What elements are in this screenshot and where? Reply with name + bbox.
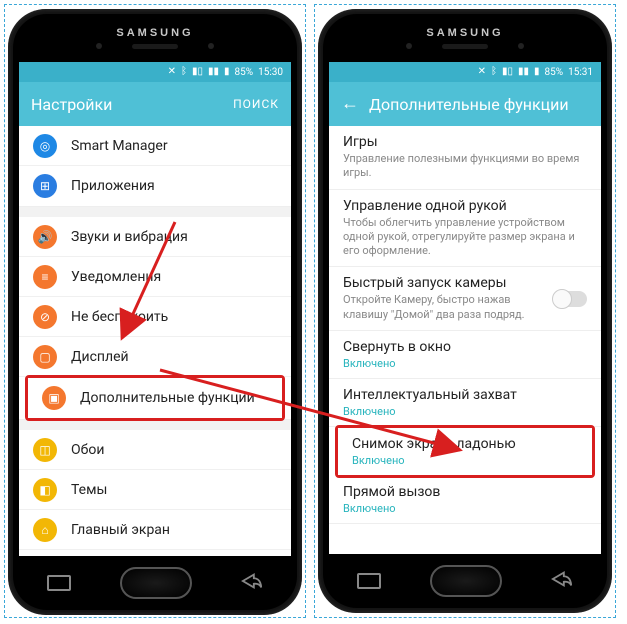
search-button[interactable]: ПОИСК	[233, 97, 279, 111]
home-button[interactable]	[430, 565, 502, 597]
phone-frame: SAMSUNG ✕ ᛒ ▮▯ ▮▮ ▮ 85% 15:31	[318, 9, 612, 613]
advanced-icon: ▣	[42, 386, 66, 410]
sound-icon: 🔊	[33, 225, 57, 249]
toggle-switch[interactable]	[553, 291, 587, 307]
mute-icon: ✕	[168, 67, 176, 77]
list-icon: ≡	[33, 265, 57, 289]
signal-icon-2: ▮▮	[518, 67, 529, 77]
item-smart-capture[interactable]: Интеллектуальный захват Включено	[329, 379, 601, 427]
themes-icon: ◧	[33, 478, 57, 502]
brand-logo: SAMSUNG	[426, 27, 503, 39]
bluetooth-icon: ᛒ	[491, 67, 497, 77]
mute-icon: ✕	[478, 67, 486, 77]
hw-nav-bar	[13, 556, 297, 610]
signal-icon: ▮▯	[502, 67, 513, 77]
clock: 15:30	[258, 67, 283, 78]
item-one-hand[interactable]: Управление одной рукой Чтобы облегчить у…	[329, 190, 601, 268]
advanced-list[interactable]: Игры Управление полезными функциями во в…	[329, 126, 601, 554]
row-label: Не беспокоить	[71, 309, 168, 325]
row-label: Уведомления	[71, 269, 161, 285]
row-label: Звуки и вибрация	[71, 229, 188, 245]
settings-header: Настройки ПОИСК	[19, 82, 291, 126]
row-themes[interactable]: ◧ Темы	[19, 470, 291, 510]
row-home[interactable]: ⌂ Главный экран	[19, 510, 291, 550]
row-wallpaper[interactable]: ◫ Обои	[19, 430, 291, 470]
battery-icon: ▮	[534, 67, 540, 77]
phone-frame: SAMSUNG ✕ ᛒ ▮▯ ▮▮ ▮ 85% 15:30	[8, 9, 302, 615]
battery-percent: 85%	[235, 67, 254, 78]
item-title: Интеллектуальный захват	[343, 387, 587, 403]
signal-icon: ▮▯	[192, 67, 203, 77]
row-label: Приложения	[71, 178, 155, 194]
row-sounds[interactable]: 🔊 Звуки и вибрация	[19, 217, 291, 257]
screen-left: ✕ ᛒ ▮▯ ▮▮ ▮ 85% 15:30 Настройки ПОИСК	[19, 62, 291, 556]
item-subtitle: Управление полезными функциями во время …	[343, 152, 587, 181]
screen-right: ✕ ᛒ ▮▯ ▮▮ ▮ 85% 15:31 ← Дополнительные ф…	[329, 62, 601, 554]
bluetooth-icon: ᛒ	[181, 67, 187, 77]
home-icon: ⌂	[33, 518, 57, 542]
item-palm-swipe[interactable]: Снимок экрана ладонью Включено	[338, 428, 592, 475]
item-title: Игры	[343, 134, 587, 150]
row-display[interactable]: ▢ Дисплей	[19, 337, 291, 377]
item-title: Быстрый запуск камеры	[343, 275, 553, 291]
battery-percent: 85%	[545, 67, 564, 78]
item-title: Свернуть в окно	[343, 339, 587, 355]
item-enabled: Включено	[352, 454, 578, 467]
row-dnd[interactable]: ⊘ Не беспокоить	[19, 297, 291, 337]
row-advanced-features[interactable]: ▣ Дополнительные функции	[28, 378, 282, 418]
battery-icon: ▮	[224, 67, 230, 77]
row-label: Обои	[71, 442, 104, 458]
hw-nav-bar	[323, 554, 607, 608]
grid-icon: ⊞	[33, 174, 57, 198]
row-apps[interactable]: ⊞ Приложения	[19, 166, 291, 206]
item-enabled: Включено	[343, 405, 587, 418]
back-button[interactable]	[241, 572, 263, 594]
dnd-icon: ⊘	[33, 305, 57, 329]
item-games[interactable]: Игры Управление полезными функциями во в…	[329, 126, 601, 190]
wallpaper-icon: ◫	[33, 438, 57, 462]
item-subtitle: Откройте Камеру, быстро нажав клавишу "Д…	[343, 293, 553, 322]
recent-apps-button[interactable]	[357, 573, 381, 589]
item-popup-window[interactable]: Свернуть в окно Включено	[329, 331, 601, 379]
phone-right: SAMSUNG ✕ ᛒ ▮▯ ▮▮ ▮ 85% 15:31	[314, 4, 616, 618]
brand-logo: SAMSUNG	[116, 27, 193, 39]
item-quick-camera[interactable]: Быстрый запуск камеры Откройте Камеру, б…	[329, 267, 601, 331]
status-bar: ✕ ᛒ ▮▯ ▮▮ ▮ 85% 15:30	[19, 62, 291, 82]
phone-left: SAMSUNG ✕ ᛒ ▮▯ ▮▮ ▮ 85% 15:30	[4, 4, 306, 618]
row-label: Дополнительные функции	[80, 390, 255, 406]
signal-icon-2: ▮▮	[208, 67, 219, 77]
item-title: Прямой вызов	[343, 484, 587, 500]
phone-top: SAMSUNG	[13, 14, 297, 62]
item-title: Снимок экрана ладонью	[352, 436, 578, 452]
row-label: Темы	[71, 482, 107, 498]
display-icon: ▢	[33, 345, 57, 369]
item-title: Управление одной рукой	[343, 198, 587, 214]
phone-top: SAMSUNG	[323, 14, 607, 62]
clock: 15:31	[568, 67, 593, 78]
recent-apps-button[interactable]	[47, 575, 71, 591]
item-enabled: Включено	[343, 502, 587, 515]
row-label: Главный экран	[71, 522, 170, 538]
status-bar: ✕ ᛒ ▮▯ ▮▮ ▮ 85% 15:31	[329, 62, 601, 82]
settings-list[interactable]: ◎ Smart Manager ⊞ Приложения 🔊	[19, 126, 291, 556]
target-icon: ◎	[33, 134, 57, 158]
item-direct-call[interactable]: Прямой вызов Включено	[329, 476, 601, 524]
back-arrow-icon[interactable]: ←	[341, 95, 359, 113]
row-smart-manager[interactable]: ◎ Smart Manager	[19, 126, 291, 166]
item-enabled: Включено	[343, 357, 587, 370]
page-title: Дополнительные функции	[369, 95, 589, 114]
item-subtitle: Чтобы облегчить управление устройством о…	[343, 216, 587, 259]
advanced-header: ← Дополнительные функции	[329, 82, 601, 126]
row-label: Smart Manager	[71, 138, 168, 154]
row-label: Дисплей	[71, 349, 129, 365]
home-button[interactable]	[120, 567, 192, 599]
row-notifications[interactable]: ≡ Уведомления	[19, 257, 291, 297]
back-button[interactable]	[551, 570, 573, 592]
page-title: Настройки	[31, 95, 223, 114]
